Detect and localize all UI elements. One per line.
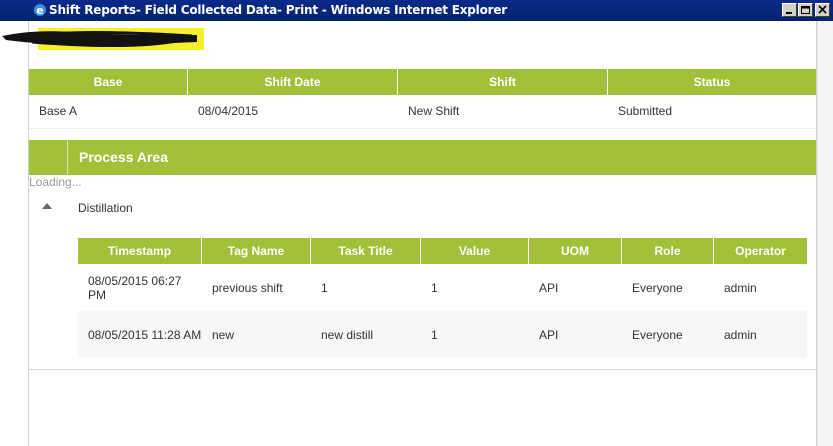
column-header-shift-date: Shift Date [188,69,398,95]
column-header-status: Status [693,75,731,89]
process-area-gutter [67,140,68,175]
field-data-table: Timestamp Tag Name Task Title Value UOM … [78,238,807,358]
column-header-shift: Shift [398,69,608,95]
window-title: Shift Reports- Field Collected Data- Pri… [49,3,507,17]
column-header-task-title: Task Title [311,238,421,264]
shift-summary-row: Base A 08/04/2015 New Shift Submitted [29,95,816,129]
collapse-arrow-icon[interactable] [42,203,52,209]
internet-explorer-icon: e [34,4,46,17]
column-header-operator: Operator [735,244,786,258]
maximize-icon [801,6,810,14]
table-row: 08/05/2015 11:28 AM new new distill 1 AP… [78,311,807,358]
column-header-uom: UOM [529,238,622,264]
minimize-button[interactable] [782,3,797,17]
svg-text:e: e [36,4,43,17]
cell-value: 1 [431,280,438,295]
cell-value: 1 [431,327,438,342]
process-area-header: Process Area [29,140,816,175]
cell-shift-date: 08/04/2015 [198,104,259,118]
close-icon [818,5,827,14]
vertical-scrollbar[interactable] [817,21,833,446]
redacted-logo [2,28,204,50]
cell-operator: admin [724,327,757,342]
column-header-timestamp: Timestamp [78,238,202,264]
section-divider [29,369,816,370]
table-row: 08/05/2015 06:27 PM previous shift 1 1 A… [78,264,807,311]
loading-text: Loading... [29,175,82,189]
field-data-header: Timestamp Tag Name Task Title Value UOM … [78,238,807,264]
close-button[interactable] [815,3,830,17]
area-name-distillation: Distillation [78,201,133,215]
cell-status: Submitted [618,104,673,118]
cell-timestamp: 08/05/2015 06:27 PM [88,273,182,302]
maximize-button[interactable] [798,3,813,17]
shift-summary-header: Base Shift Date Shift Status [29,69,816,95]
cell-uom: API [539,327,559,342]
column-header-tag-name: Tag Name [202,238,311,264]
cell-operator: admin [724,280,757,295]
cell-role: Everyone [632,280,683,295]
cell-timestamp: 08/05/2015 11:28 AM [88,327,202,342]
column-header-base: Base [29,69,188,95]
cell-task-title: 1 [321,280,328,295]
process-area-title: Process Area [79,149,168,165]
window-title-bar: e Shift Reports- Field Collected Data- P… [0,0,833,21]
cell-base: Base A [39,104,78,118]
column-header-role: Role [622,238,714,264]
cell-shift: New Shift [408,104,460,118]
cell-role: Everyone [632,327,683,342]
cell-tag-name: new [212,327,235,342]
minimize-icon [786,12,792,14]
cell-task-title: new distill [321,327,374,342]
column-header-value: Value [421,238,529,264]
cell-tag-name: previous shift [212,280,283,295]
cell-uom: API [539,280,559,295]
